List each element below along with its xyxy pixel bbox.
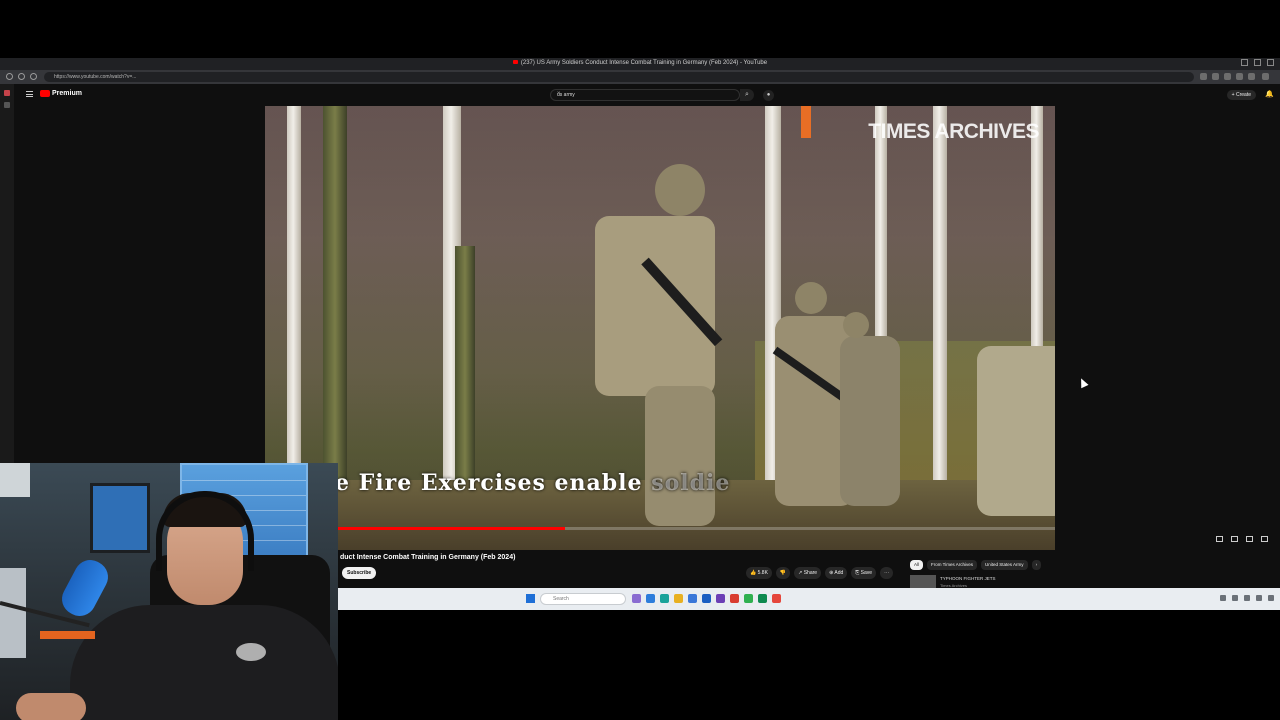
chip-all[interactable]: All: [910, 560, 924, 570]
volume-icon[interactable]: [1256, 595, 1262, 601]
forward-icon[interactable]: [18, 73, 25, 80]
youtube-header: Premium us army × ⌕ ● + Create 🔔: [14, 84, 1280, 106]
taskbar-app-icon[interactable]: [646, 594, 655, 603]
tray-icon[interactable]: [1220, 595, 1226, 601]
channel-watermark: TIMES ARCHIVES: [868, 120, 1039, 143]
sidebar-app-icon[interactable]: [4, 90, 10, 96]
recommendation-chips: All From Times Archives United States Ar…: [910, 560, 1042, 570]
taskbar-app-icon[interactable]: [688, 594, 697, 603]
extension-icon[interactable]: [1236, 73, 1243, 80]
taskbar-app-icon[interactable]: [702, 594, 711, 603]
like-button[interactable]: 👍 5.8K: [746, 567, 772, 579]
taskbar-app-icon[interactable]: [730, 594, 739, 603]
maximize-icon[interactable]: [1254, 59, 1261, 66]
minimize-icon[interactable]: [1241, 59, 1248, 66]
tray-icon[interactable]: [1232, 595, 1238, 601]
webcam-overlay: [0, 463, 338, 720]
tab-strip: (237) US Army Soldiers Conduct Intense C…: [0, 58, 1280, 70]
active-tab[interactable]: (237) US Army Soldiers Conduct Intense C…: [0, 60, 1280, 66]
taskbar-app-icon[interactable]: [632, 594, 641, 603]
streamer-body: [70, 605, 338, 720]
search-button[interactable]: ⌕: [740, 89, 754, 101]
recommended-thumbnail: [910, 575, 936, 589]
chip-next-arrow[interactable]: ›: [1031, 560, 1042, 570]
start-icon[interactable]: [526, 594, 535, 603]
extension-icon[interactable]: [1212, 73, 1219, 80]
search-input[interactable]: us army ×: [550, 89, 740, 101]
room-monitor: [90, 483, 150, 553]
youtube-play-icon: [40, 90, 50, 97]
tab-title: (237) US Army Soldiers Conduct Intense C…: [520, 60, 768, 66]
shirt-logo: [236, 643, 266, 661]
taskbar-app-icon[interactable]: [758, 594, 767, 603]
dislike-button[interactable]: 👎: [775, 567, 791, 579]
chip-channel[interactable]: From Times Archives: [927, 560, 978, 570]
video-progress-bar[interactable]: [265, 527, 1055, 530]
hamburger-menu-icon[interactable]: [26, 91, 33, 97]
settings-icon[interactable]: [1246, 536, 1253, 542]
save-button[interactable]: ⎘ Save: [851, 567, 877, 579]
player-controls: [1216, 536, 1268, 542]
create-button[interactable]: + Create: [1226, 90, 1256, 100]
fullscreen-icon[interactable]: [1261, 536, 1268, 542]
address-bar-row: https://www.youtube.com/watch?v=...: [0, 70, 1280, 84]
window-controls: [1241, 59, 1274, 66]
chip-related[interactable]: United States Army: [981, 560, 1028, 570]
video-title: duct Intense Combat Training in Germany …: [340, 554, 516, 561]
theater-mode-icon[interactable]: [1231, 536, 1238, 542]
file-explorer-icon[interactable]: [674, 594, 683, 603]
wifi-icon[interactable]: [1244, 595, 1250, 601]
extension-icon[interactable]: [1224, 73, 1231, 80]
reload-icon[interactable]: [30, 73, 37, 80]
subscribe-button[interactable]: Subscribe: [342, 567, 377, 579]
extension-icon[interactable]: [1200, 73, 1207, 80]
youtube-favicon-icon: [512, 60, 518, 65]
youtube-logo[interactable]: Premium: [40, 90, 82, 97]
voice-search-icon[interactable]: ●: [763, 90, 774, 101]
menu-icon[interactable]: [1262, 73, 1269, 80]
microphone-icon: [56, 554, 114, 622]
add-button[interactable]: ⊕ Add: [825, 567, 848, 579]
miniplayer-icon[interactable]: [1216, 536, 1223, 542]
taskbar-app-icon[interactable]: [660, 594, 669, 603]
video-actions: 👍 5.8K 👎 ↗ Share ⊕ Add ⎘ Save ⋯: [746, 567, 894, 579]
video-caption: e Fire Exercises enable soldie: [335, 470, 731, 496]
battery-icon[interactable]: [1268, 595, 1274, 601]
url-field[interactable]: https://www.youtube.com/watch?v=...: [44, 72, 1194, 82]
share-button[interactable]: ↗ Share: [794, 567, 822, 579]
more-actions-button[interactable]: ⋯: [880, 567, 894, 579]
chrome-icon[interactable]: [772, 594, 781, 603]
taskbar-app-icon[interactable]: [716, 594, 725, 603]
clear-search-icon[interactable]: ×: [557, 91, 735, 97]
sidebar-app-icon[interactable]: [4, 102, 10, 108]
notifications-icon[interactable]: 🔔: [1265, 90, 1274, 98]
back-icon[interactable]: [6, 73, 13, 80]
video-player[interactable]: TIMES ARCHIVES e Fire Exercises enable s…: [265, 106, 1055, 550]
taskbar-search[interactable]: Search: [540, 593, 626, 605]
close-icon[interactable]: [1267, 59, 1274, 66]
taskbar-app-icon[interactable]: [744, 594, 753, 603]
mouse-cursor: [1077, 376, 1089, 389]
soldier: [595, 216, 715, 396]
recommended-video[interactable]: TYPHOON FIGHTER JETS Times Archives: [910, 575, 1040, 589]
system-tray: [1220, 595, 1274, 601]
profile-icon[interactable]: [1248, 73, 1255, 80]
